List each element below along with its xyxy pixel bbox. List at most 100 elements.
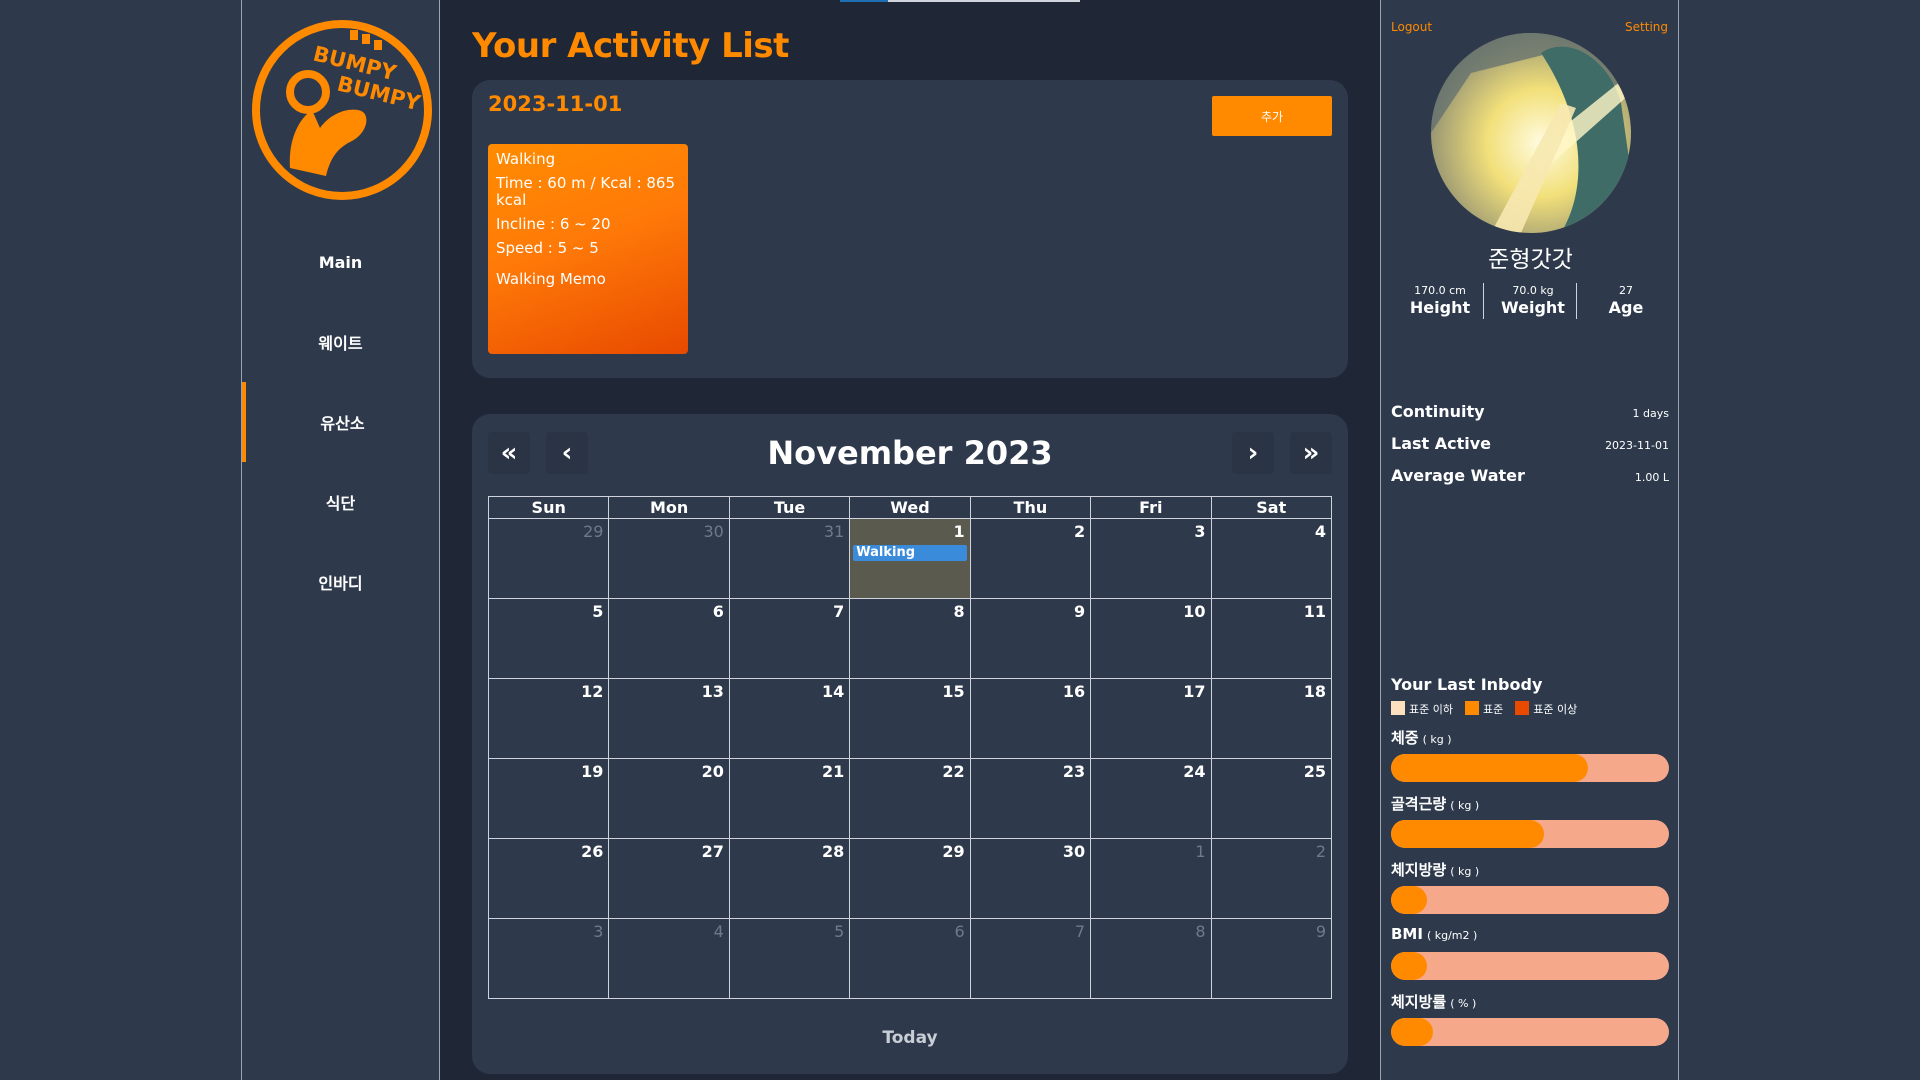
info-value: 2023-11-01 [1605, 439, 1669, 452]
calendar-day-cell[interactable]: 2 [969, 518, 1092, 599]
calendar-day-cell[interactable]: 30 [969, 838, 1092, 919]
calendar-day-cell[interactable]: 30 [608, 518, 730, 599]
calendar-day-cell[interactable]: 28 [728, 838, 851, 919]
day-number: 18 [1303, 682, 1326, 701]
weekday-header: Fri [1090, 496, 1212, 519]
stat-age: 27 Age [1586, 284, 1666, 317]
calendar-day-cell[interactable]: 4 [1210, 518, 1333, 599]
day-number: 21 [822, 762, 845, 781]
calendar-day-cell[interactable]: 3 [1090, 518, 1212, 599]
day-number: 2 [1315, 842, 1326, 861]
calendar-day-cell[interactable]: 7 [969, 918, 1092, 999]
calendar-day-cell[interactable]: 5 [728, 918, 851, 999]
calendar-day-cell[interactable]: 8 [849, 598, 971, 679]
calendar-day-cell[interactable]: 8 [1090, 918, 1212, 999]
calendar-day-cell[interactable]: 24 [1090, 758, 1212, 839]
nav-item-inbody[interactable]: 인바디 [242, 542, 439, 622]
stat-label: Height [1409, 298, 1471, 317]
calendar-day-cell[interactable]: 11 [1210, 598, 1333, 679]
day-number: 3 [593, 922, 604, 941]
calendar-panel: « ‹ November 2023 › » Sun Mon Tue Wed Th… [472, 414, 1348, 1074]
calendar-day-cell[interactable]: 16 [969, 678, 1092, 759]
calendar-week-row: 26 27 28 29 30 1 2 [487, 838, 1333, 919]
legend-swatch [1515, 701, 1530, 715]
scroll-indicator [840, 0, 888, 2]
calendar-day-cell[interactable]: 15 [849, 678, 971, 759]
calendar-day-cell[interactable]: 7 [728, 598, 851, 679]
nav-item-cardio[interactable]: 유산소 [242, 382, 439, 462]
weekday-header: Sat [1210, 496, 1333, 519]
calendar-day-cell[interactable]: 27 [608, 838, 730, 919]
day-number: 25 [1303, 762, 1326, 781]
day-number: 19 [581, 762, 604, 781]
info-key: Average Water [1391, 466, 1525, 485]
calendar-day-cell[interactable]: 6 [849, 918, 971, 999]
calendar-day-cell[interactable]: 29 [487, 518, 610, 599]
today-button[interactable]: Today [472, 1028, 1348, 1048]
calendar-day-cell[interactable]: 1 [1090, 838, 1212, 919]
calendar-day-cell[interactable]: 23 [969, 758, 1092, 839]
nav-item-diet[interactable]: 식단 [242, 462, 439, 542]
calendar-day-cell[interactable]: 21 [728, 758, 851, 839]
weekday-header: Sun [487, 496, 610, 519]
main-content: Your Activity List 2023-11-01 추가 Walking… [440, 0, 1380, 1080]
day-number: 15 [942, 682, 965, 701]
calendar-day-cell[interactable]: 31 [728, 518, 851, 599]
stat-value: 70.0 kg [1512, 284, 1554, 297]
nav-item-weight[interactable]: 웨이트 [242, 302, 439, 382]
day-number: 27 [701, 842, 724, 861]
calendar-day-cell[interactable]: 22 [849, 758, 971, 839]
calendar-day-cell[interactable]: 9 [1210, 918, 1333, 999]
setting-link[interactable]: Setting [1625, 20, 1668, 34]
day-number: 30 [1062, 842, 1086, 861]
calendar-event[interactable]: Walking [853, 545, 967, 561]
day-number: 4 [713, 922, 724, 941]
calendar-day-cell[interactable]: 14 [728, 678, 851, 759]
calendar-day-cell[interactable]: 1 Walking [849, 518, 971, 599]
nav-item-main[interactable]: Main [242, 222, 439, 302]
username: 준형갓갓 [1488, 247, 1573, 273]
next-month-button[interactable]: › [1232, 432, 1274, 474]
day-number: 10 [1183, 602, 1206, 621]
metric-bar-fill [1391, 820, 1544, 848]
day-number: 11 [1303, 602, 1326, 621]
day-number: 31 [823, 522, 845, 541]
calendar-day-cell[interactable]: 25 [1210, 758, 1333, 839]
calendar-day-cell[interactable]: 10 [1090, 598, 1212, 679]
calendar-day-cell[interactable]: 5 [487, 598, 610, 679]
calendar-week-row: 19 20 21 22 23 24 25 [487, 758, 1333, 839]
calendar-day-cell[interactable]: 3 [487, 918, 610, 999]
calendar-title: November 2023 [767, 434, 1053, 472]
day-number: 26 [581, 842, 604, 861]
legend-swatch [1464, 701, 1479, 715]
calendar-day-cell[interactable]: 9 [969, 598, 1092, 679]
calendar-day-cell[interactable]: 12 [487, 678, 610, 759]
calendar-grid: Sun Mon Tue Wed Thu Fri Sat 29 30 31 1 Walki… [487, 496, 1333, 999]
calendar-day-cell[interactable]: 19 [487, 758, 610, 839]
calendar-day-cell[interactable]: 2 [1210, 838, 1333, 919]
calendar-day-cell[interactable]: 17 [1090, 678, 1212, 759]
bumpy-logo[interactable]: BUMPY BUMPY [250, 18, 434, 202]
activity-card[interactable]: Walking Time : 60 m / Kcal : 865 kcal In… [488, 144, 688, 354]
add-activity-button[interactable]: 추가 [1212, 96, 1332, 136]
calendar-day-cell[interactable]: 13 [608, 678, 730, 759]
logout-link[interactable]: Logout [1391, 20, 1432, 34]
info-key: Continuity [1391, 402, 1485, 421]
calendar-day-cell[interactable]: 18 [1210, 678, 1333, 759]
activity-name: Walking [496, 150, 556, 168]
weekday-header: Thu [969, 496, 1092, 519]
calendar-day-cell[interactable]: 4 [608, 918, 730, 999]
day-number: 8 [953, 602, 965, 621]
calendar-day-cell[interactable]: 29 [849, 838, 971, 919]
calendar-day-cell[interactable]: 20 [608, 758, 730, 839]
calendar-day-cell[interactable]: 26 [487, 838, 610, 919]
calendar-week-row: 12 13 14 15 16 17 18 [487, 678, 1333, 759]
inbody-title: Your Last Inbody [1391, 675, 1543, 694]
calendar-day-cell[interactable]: 6 [608, 598, 730, 679]
next-year-button[interactable]: » [1290, 432, 1332, 474]
day-number: 1 [953, 522, 965, 541]
metric-label-body-fat-mass: 체지방량( kg ) [1391, 861, 1480, 879]
stat-value: 170.0 cm [1414, 284, 1466, 297]
avatar[interactable] [1431, 33, 1631, 233]
stat-divider [1483, 283, 1484, 319]
